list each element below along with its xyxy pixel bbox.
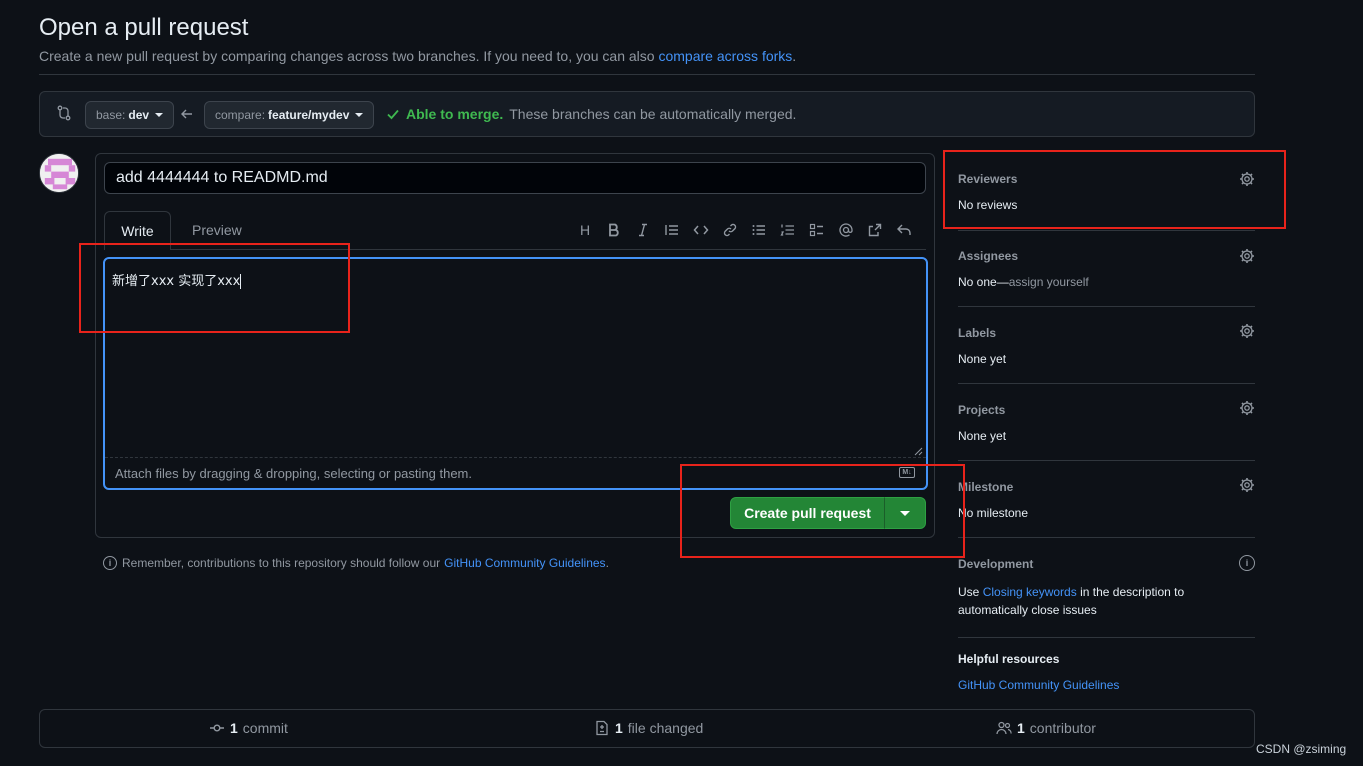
annotation-box-create bbox=[680, 464, 965, 558]
attach-files-hint[interactable]: Attach files by dragging & dropping, sel… bbox=[115, 466, 472, 481]
notice-text: Remember, contributions to this reposito… bbox=[122, 556, 441, 570]
merge-status: Able to merge. These branches can be aut… bbox=[386, 106, 796, 122]
contribution-notice: i Remember, contributions to this reposi… bbox=[103, 556, 609, 570]
page-title: Open a pull request bbox=[39, 14, 249, 41]
contributors-stat[interactable]: 1 contributor bbox=[996, 720, 1096, 736]
cross-reference-icon[interactable] bbox=[865, 219, 885, 241]
sidebar-divider bbox=[958, 537, 1255, 538]
git-commit-icon bbox=[210, 724, 224, 732]
resize-handle-icon[interactable] bbox=[913, 446, 923, 456]
subtitle-text: Create a new pull request by comparing c… bbox=[39, 48, 655, 64]
mention-icon[interactable] bbox=[836, 219, 856, 241]
bold-icon[interactable] bbox=[604, 219, 624, 241]
file-diff-icon bbox=[596, 720, 608, 736]
info-icon[interactable]: i bbox=[1239, 555, 1255, 571]
compare-branch-name: feature/mydev bbox=[268, 108, 350, 122]
link-icon[interactable] bbox=[720, 219, 740, 241]
tab-preview[interactable]: Preview bbox=[192, 222, 242, 238]
code-icon[interactable] bbox=[691, 219, 711, 241]
watermark: CSDN @zsiming bbox=[1256, 742, 1347, 756]
annotation-box-body bbox=[79, 243, 350, 333]
gear-icon[interactable] bbox=[1239, 477, 1255, 493]
projects-title[interactable]: Projects bbox=[958, 403, 1005, 417]
assign-yourself-link[interactable]: assign yourself bbox=[1009, 275, 1089, 289]
merge-ok-text: Able to merge. bbox=[406, 106, 504, 122]
gear-icon[interactable] bbox=[1239, 400, 1255, 416]
files-changed-stat[interactable]: 1 file changed bbox=[594, 720, 703, 736]
info-icon: i bbox=[103, 556, 117, 570]
attach-divider bbox=[105, 457, 926, 458]
markdown-toolbar: H bbox=[575, 219, 914, 241]
identicon-icon bbox=[40, 154, 78, 192]
sidebar-divider bbox=[958, 383, 1255, 384]
base-branch-button[interactable]: base: dev bbox=[85, 101, 175, 129]
ordered-list-icon[interactable] bbox=[778, 219, 798, 241]
chevron-down-icon bbox=[355, 113, 364, 117]
heading-icon[interactable]: H bbox=[575, 219, 595, 241]
people-icon bbox=[996, 721, 1012, 735]
tasklist-icon[interactable] bbox=[807, 219, 827, 241]
development-value: Use Closing keywords in the description … bbox=[958, 585, 1185, 617]
projects-value: None yet bbox=[958, 429, 1007, 443]
header-divider bbox=[39, 74, 1255, 75]
italic-icon[interactable] bbox=[633, 219, 653, 241]
milestone-value: No milestone bbox=[958, 506, 1029, 520]
check-icon bbox=[387, 109, 399, 120]
subtitle-end: . bbox=[792, 48, 797, 64]
compare-branch-button[interactable]: compare: feature/mydev bbox=[204, 101, 375, 129]
sidebar-divider bbox=[958, 230, 1255, 231]
development-title: Development bbox=[958, 557, 1034, 571]
compare-prefix: compare: bbox=[215, 108, 266, 122]
compare-bar: base: dev compare: feature/mydev Able to… bbox=[39, 91, 1255, 137]
sidebar-divider bbox=[958, 637, 1255, 638]
assignees-title[interactable]: Assignees bbox=[958, 249, 1018, 263]
compare-across-forks-link[interactable]: compare across forks bbox=[658, 48, 792, 64]
labels-title[interactable]: Labels bbox=[958, 326, 996, 340]
commits-stat[interactable]: 1 commit bbox=[209, 720, 288, 736]
notice-end: . bbox=[605, 556, 609, 570]
helpful-guidelines-link[interactable]: GitHub Community Guidelines bbox=[958, 678, 1119, 692]
page-subtitle: Create a new pull request by comparing c… bbox=[39, 48, 796, 64]
assignees-value: No one—assign yourself bbox=[958, 275, 1089, 289]
avatar[interactable] bbox=[39, 153, 79, 193]
quote-icon[interactable] bbox=[662, 219, 682, 241]
base-branch-name: dev bbox=[128, 108, 150, 122]
arrow-left-icon bbox=[181, 109, 192, 119]
gear-icon[interactable] bbox=[1239, 248, 1255, 264]
helpful-resources-title: Helpful resources bbox=[958, 652, 1060, 666]
labels-value: None yet bbox=[958, 352, 1007, 366]
pr-title-input[interactable] bbox=[104, 162, 926, 194]
milestone-title[interactable]: Milestone bbox=[958, 480, 1013, 494]
closing-keywords-link[interactable]: Closing keywords bbox=[983, 585, 1077, 599]
community-guidelines-link[interactable]: GitHub Community Guidelines bbox=[444, 556, 605, 570]
sidebar-divider bbox=[958, 460, 1255, 461]
base-prefix: base: bbox=[96, 108, 126, 122]
gear-icon[interactable] bbox=[1239, 323, 1255, 339]
unordered-list-icon[interactable] bbox=[749, 219, 769, 241]
reply-icon[interactable] bbox=[894, 219, 914, 241]
annotation-box-reviewers bbox=[943, 150, 1286, 229]
git-compare-icon bbox=[57, 105, 71, 121]
chevron-down-icon bbox=[155, 113, 164, 117]
merge-detail-text: These branches can be automatically merg… bbox=[509, 106, 797, 122]
sidebar-divider bbox=[958, 306, 1255, 307]
